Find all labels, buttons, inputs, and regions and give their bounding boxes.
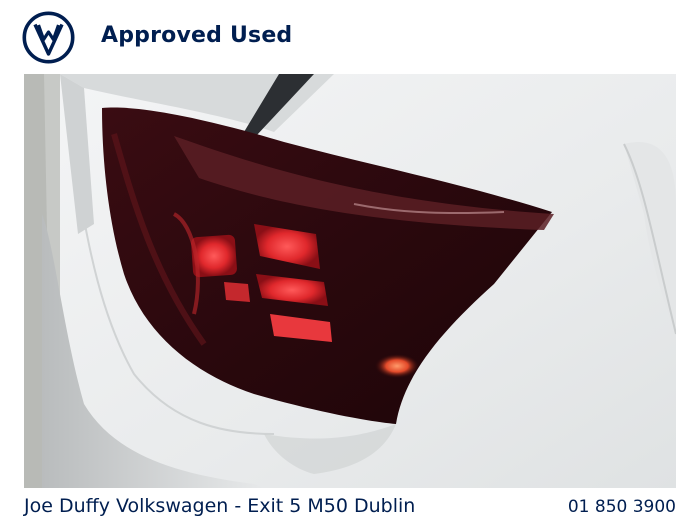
dealer-name: Joe Duffy Volkswagen - Exit 5 M50 Dublin (24, 495, 416, 517)
dealer-phone[interactable]: 01 850 3900 (568, 497, 676, 517)
header-bar: Approved Used (0, 0, 700, 74)
brand-title: Approved Used (101, 23, 293, 48)
listing-image-card: Approved Used Joe Duffy Volkswagen - Exi… (0, 0, 700, 525)
car-taillight-photo[interactable] (24, 74, 676, 488)
vw-logo-icon (22, 11, 75, 64)
